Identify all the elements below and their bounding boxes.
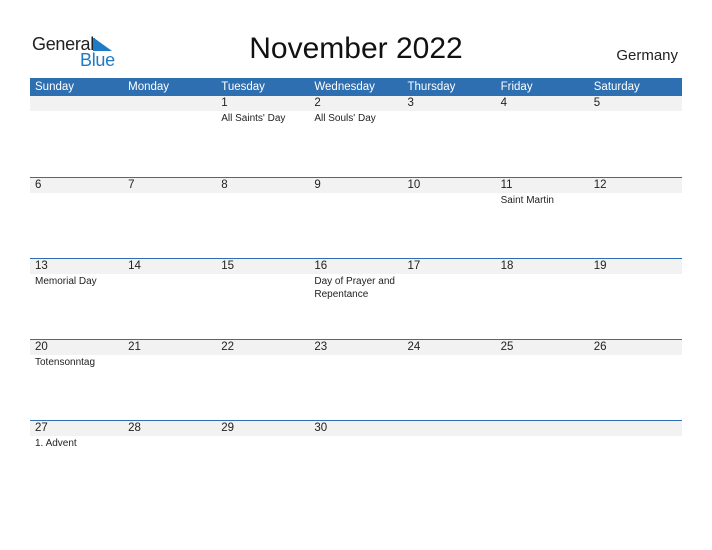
day-number: 24 — [407, 341, 421, 353]
holiday-label — [123, 193, 216, 207]
day-number — [403, 421, 496, 436]
holiday-label — [216, 355, 309, 369]
event-row: 1. Advent — [30, 436, 682, 450]
holiday-label — [123, 111, 216, 125]
weekday-tuesday: Tuesday — [221, 81, 265, 93]
holiday-label — [403, 355, 496, 369]
weekday-thursday: Thursday — [407, 81, 456, 93]
day-number — [30, 96, 123, 111]
weekday-wednesday: Wednesday — [314, 81, 375, 93]
day-number: 4 — [500, 97, 508, 109]
holiday-label — [496, 355, 589, 369]
week-row: 20 21 22 23 24 25 26 Totensonntag — [30, 339, 682, 420]
weekday-friday: Friday — [500, 81, 533, 93]
holiday-label — [216, 436, 309, 450]
day-number: 18 — [500, 260, 514, 272]
day-number: 5 — [593, 97, 601, 109]
day-number-row: 6 7 8 9 10 11 12 — [30, 178, 682, 193]
holiday-label — [216, 274, 309, 301]
holiday-label — [403, 111, 496, 125]
holiday-label: Saint Martin — [500, 195, 554, 206]
day-number: 27 — [35, 422, 48, 434]
day-number-row: 1 2 3 4 5 — [30, 96, 682, 111]
holiday-label — [309, 355, 402, 369]
calendar-grid: Sunday Monday Tuesday Wednesday Thursday… — [30, 78, 682, 501]
day-number: 19 — [593, 260, 607, 272]
holiday-label: All Saints' Day — [221, 113, 286, 124]
holiday-label — [589, 436, 682, 450]
holiday-label — [403, 274, 496, 301]
holiday-label — [496, 274, 589, 301]
event-row: Memorial Day Day of Prayer and Repentance — [30, 274, 682, 301]
event-row: All Saints' Day All Souls' Day — [30, 111, 682, 125]
holiday-label — [30, 193, 123, 207]
week-row: 27 28 29 30 1. Advent — [30, 420, 682, 501]
day-number: 20 — [35, 341, 48, 353]
day-number: 23 — [314, 341, 328, 353]
day-number: 3 — [407, 97, 414, 109]
weekday-sunday: Sunday — [35, 81, 75, 93]
day-number: 17 — [407, 260, 421, 272]
holiday-label — [403, 193, 496, 207]
day-number: 11 — [500, 179, 513, 191]
day-number: 28 — [128, 422, 141, 434]
day-number: 9 — [314, 179, 321, 191]
day-number: 16 — [314, 260, 328, 272]
holiday-label: Totensonntag — [35, 357, 96, 368]
week-row: 13 14 15 16 17 18 19 Memorial Day Day of Prayer … — [30, 258, 682, 339]
day-number: 7 — [128, 179, 135, 191]
weekday-monday: Monday — [128, 81, 170, 93]
day-number: 1 — [221, 97, 228, 109]
holiday-label: Memorial Day — [35, 276, 97, 287]
week-row: 6 7 8 9 10 11 12 Saint Martin — [30, 177, 682, 258]
day-number: 21 — [128, 341, 141, 353]
day-number: 12 — [593, 179, 607, 191]
holiday-label — [496, 436, 589, 450]
holiday-label — [309, 436, 402, 450]
holiday-label — [123, 355, 216, 369]
holiday-label — [309, 193, 402, 207]
day-number: 8 — [221, 179, 228, 191]
day-number — [496, 421, 589, 436]
weekday-saturday: Saturday — [593, 81, 640, 93]
day-number: 10 — [407, 179, 421, 191]
day-number: 29 — [221, 422, 235, 434]
day-number — [589, 421, 682, 436]
holiday-label: Day of Prayer and Repentance — [314, 276, 395, 300]
holiday-label — [589, 111, 682, 125]
day-number-row: 13 14 15 16 17 18 19 — [30, 259, 682, 274]
page-title: November 2022 — [249, 32, 463, 65]
day-number: 13 — [35, 260, 48, 272]
day-number: 6 — [35, 179, 42, 191]
day-number: 2 — [314, 97, 321, 109]
day-number: 15 — [221, 260, 235, 272]
holiday-label: All Souls' Day — [314, 113, 376, 124]
event-row: Saint Martin — [30, 193, 682, 207]
weekday-header: Sunday Monday Tuesday Wednesday Thursday… — [30, 78, 682, 96]
day-number — [123, 96, 216, 111]
week-row: 1 2 3 4 5 All Saints' Day All Souls' Day — [30, 96, 682, 177]
holiday-label — [123, 274, 216, 301]
event-row: Totensonntag — [30, 355, 682, 369]
day-number-row: 20 21 22 23 24 25 26 — [30, 340, 682, 355]
day-number: 14 — [128, 260, 141, 272]
day-number-row: 27 28 29 30 — [30, 421, 682, 436]
holiday-label — [589, 355, 682, 369]
holiday-label — [216, 193, 309, 207]
holiday-label — [123, 436, 216, 450]
holiday-label: 1. Advent — [35, 438, 77, 449]
holiday-label — [496, 111, 589, 125]
holiday-label — [403, 436, 496, 450]
day-number: 26 — [593, 341, 607, 353]
weeks-container: 1 2 3 4 5 All Saints' Day All Souls' Day 6 7 8 9 10… — [30, 96, 682, 501]
holiday-label — [589, 274, 682, 301]
day-number: 25 — [500, 341, 514, 353]
day-number: 30 — [314, 422, 328, 434]
holiday-label — [30, 111, 123, 125]
holiday-label — [589, 193, 682, 207]
country-label: Germany — [616, 47, 678, 64]
day-number: 22 — [221, 341, 235, 353]
